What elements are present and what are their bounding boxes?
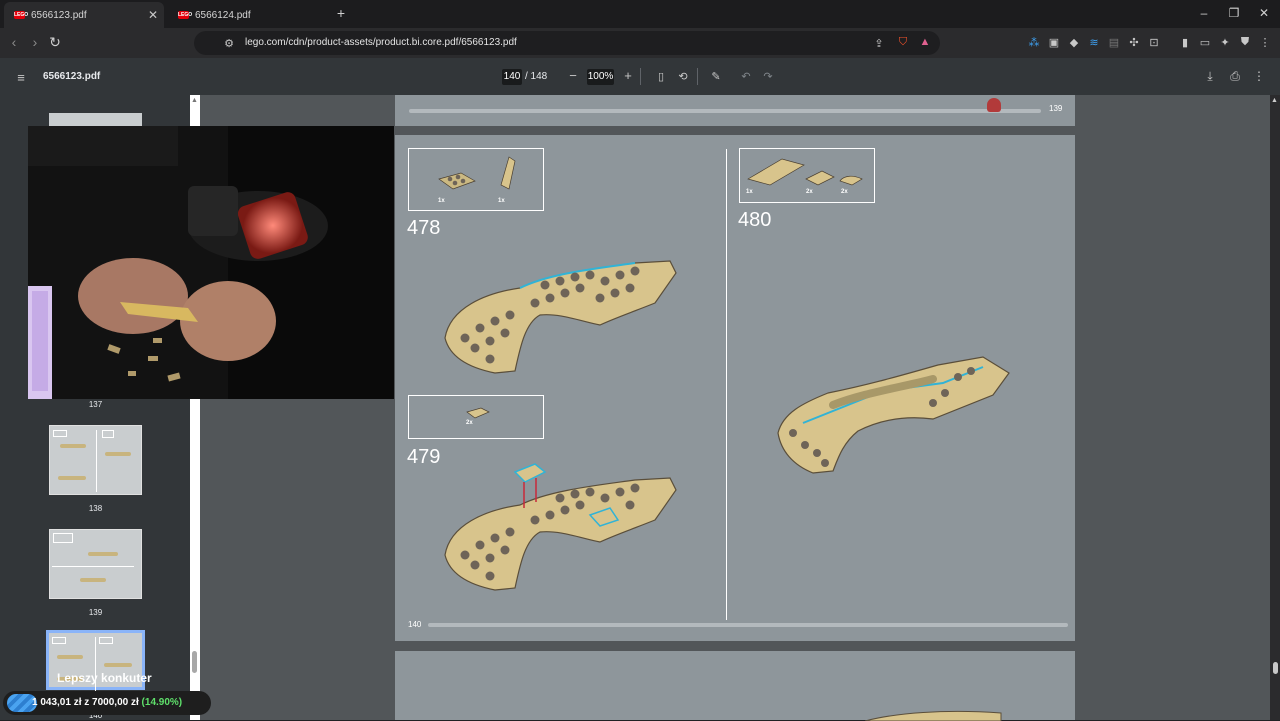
donation-goal-title: Lepszy konkuter <box>57 671 152 685</box>
main-scrollbar[interactable]: ▲ <box>1270 95 1280 720</box>
url-text: lego.com/cdn/product-assets/product.bi.c… <box>245 37 517 48</box>
part-quantity: 1x <box>746 189 753 195</box>
part-quantity: 2x <box>466 420 473 426</box>
address-bar[interactable]: ⚙ lego.com/cdn/product-assets/product.bi… <box>194 31 940 55</box>
close-window-button[interactable]: ✕ <box>1256 6 1272 20</box>
page-progress-bar <box>428 623 1068 627</box>
extension-4-icon[interactable]: ≋ <box>1087 36 1101 49</box>
extensions-puzzle-icon[interactable]: ✣ <box>1127 36 1141 49</box>
toolbar-divider <box>640 68 641 85</box>
part-quantity: 1x <box>498 198 505 204</box>
tab-6566124[interactable]: LEGO 6566124.pdf <box>168 2 328 28</box>
step-number: 480 <box>738 209 772 231</box>
build-model-480 <box>777 356 1010 474</box>
forward-button[interactable]: › <box>27 34 43 50</box>
close-icon[interactable]: ✕ <box>148 8 158 22</box>
thumbnail-138[interactable] <box>49 425 142 495</box>
leo-ai-icon[interactable]: ✦ <box>1218 36 1232 49</box>
parts-callout-479: 2x <box>408 395 544 439</box>
new-tab-button[interactable]: + <box>333 5 349 21</box>
page-140: 1x 1x 478 2x 479 1x 2x 2x 480 140 <box>395 135 1075 641</box>
share-icon[interactable]: ⇪ <box>872 37 886 50</box>
site-info-icon[interactable]: ⚙ <box>222 37 236 50</box>
tab-title: 6566123.pdf <box>31 9 87 21</box>
zoom-in-button[interactable]: + <box>621 68 635 83</box>
tab-title: 6566124.pdf <box>195 9 251 21</box>
sidebar-toggle-icon[interactable]: ▮ <box>1178 36 1192 49</box>
donation-raised: 1 043,01 zł <box>32 697 82 708</box>
tab-strip: LEGO 6566123.pdf ✕ LEGO 6566124.pdf + – … <box>0 0 1280 28</box>
donation-goal: 7000,00 zł <box>92 697 139 708</box>
annotate-icon[interactable]: ✎ <box>709 70 723 83</box>
vpn-icon[interactable]: ⛊ <box>1238 36 1252 49</box>
step-number: 478 <box>407 217 441 239</box>
parts-callout-478: 1x 1x <box>408 148 544 211</box>
menu-kebab-icon[interactable]: ⋮ <box>1258 36 1272 49</box>
zoom-out-button[interactable]: − <box>566 68 580 83</box>
lego-favicon-icon: LEGO <box>14 11 29 19</box>
webcam-feed-image <box>28 126 394 399</box>
build-model-479 <box>444 463 677 591</box>
sidebar-scroll-thumb[interactable] <box>192 651 197 673</box>
step-number: 479 <box>407 446 441 468</box>
wallet-icon[interactable]: ▭ <box>1198 36 1212 49</box>
minifig-icon <box>987 98 1001 112</box>
undo-icon[interactable]: ↶ <box>739 70 753 83</box>
scroll-up-arrow-icon[interactable]: ▲ <box>191 97 198 104</box>
page-total: / 148 <box>525 71 548 82</box>
minimize-button[interactable]: – <box>1196 6 1212 20</box>
brave-shield-icon[interactable]: ⛉ <box>896 36 910 49</box>
rotate-icon[interactable]: ⟲ <box>676 70 690 83</box>
extension-1-icon[interactable]: ⁂ <box>1027 36 1041 49</box>
extension-6-icon[interactable]: ⊡ <box>1147 36 1161 49</box>
part-quantity: 2x <box>806 189 813 195</box>
redo-icon[interactable]: ↷ <box>761 70 775 83</box>
parts-callout-480: 1x 2x 2x <box>739 148 875 203</box>
back-button[interactable]: ‹ <box>6 34 22 50</box>
pdf-filename: 6566123.pdf <box>43 71 101 82</box>
step-divider <box>726 149 727 620</box>
donation-amount: 1 043,01 zł z 7000,00 zł (14.90%) <box>32 697 182 708</box>
hamburger-menu-icon[interactable]: ≡ <box>14 70 28 85</box>
page-number: 139 <box>1049 104 1063 113</box>
print-icon[interactable]: ⎙ <box>1228 69 1242 84</box>
donation-separator: z <box>84 697 90 708</box>
page-number-input[interactable]: 140 <box>502 69 522 85</box>
restore-button[interactable]: ❐ <box>1226 6 1242 20</box>
browser-toolbar: ‹ › ↻ ⌑ ⚙ lego.com/cdn/product-assets/pr… <box>0 28 1280 58</box>
lego-favicon-icon: LEGO <box>178 11 193 19</box>
donation-percent: (14.90%) <box>141 697 183 708</box>
part-quantity: 2x <box>841 189 848 195</box>
thumbnail-label: 137 <box>88 400 103 409</box>
scroll-up-arrow-icon[interactable]: ▲ <box>1271 97 1278 104</box>
zoom-input[interactable]: 100% <box>587 69 614 85</box>
thumbnail-label: 139 <box>88 608 103 617</box>
thumbnail-139[interactable] <box>49 529 142 599</box>
main-scroll-thumb[interactable] <box>1273 662 1278 674</box>
webcam-overlay <box>28 126 394 399</box>
build-model-478 <box>444 260 677 374</box>
thumbnail-label: 138 <box>88 504 103 513</box>
brave-rewards-icon[interactable]: ▲ <box>918 36 932 48</box>
build-model-141 <box>865 710 1002 721</box>
part-quantity: 1x <box>438 198 445 204</box>
page-number: 140 <box>408 620 422 629</box>
fit-page-icon[interactable]: ▯ <box>654 70 668 83</box>
thumbnail-136-partial[interactable] <box>49 113 142 127</box>
page-141 <box>395 651 1075 721</box>
more-options-icon[interactable]: ⋮ <box>1252 69 1266 83</box>
pdf-toolbar: ≡ 6566123.pdf 140 / 148 − 100% + ▯ ⟲ ✎ ↶… <box>0 58 1280 95</box>
tab-6566123[interactable]: LEGO 6566123.pdf ✕ <box>4 2 164 28</box>
extension-2-icon[interactable]: ▣ <box>1047 36 1061 49</box>
extension-5-icon[interactable]: ▤ <box>1107 36 1121 49</box>
download-icon[interactable]: ⤓ <box>1203 69 1217 84</box>
extension-3-icon[interactable]: ◆ <box>1067 36 1081 49</box>
toolbar-divider <box>697 68 698 85</box>
page-139: 139 <box>395 95 1075 126</box>
reload-button[interactable]: ↻ <box>47 34 63 51</box>
